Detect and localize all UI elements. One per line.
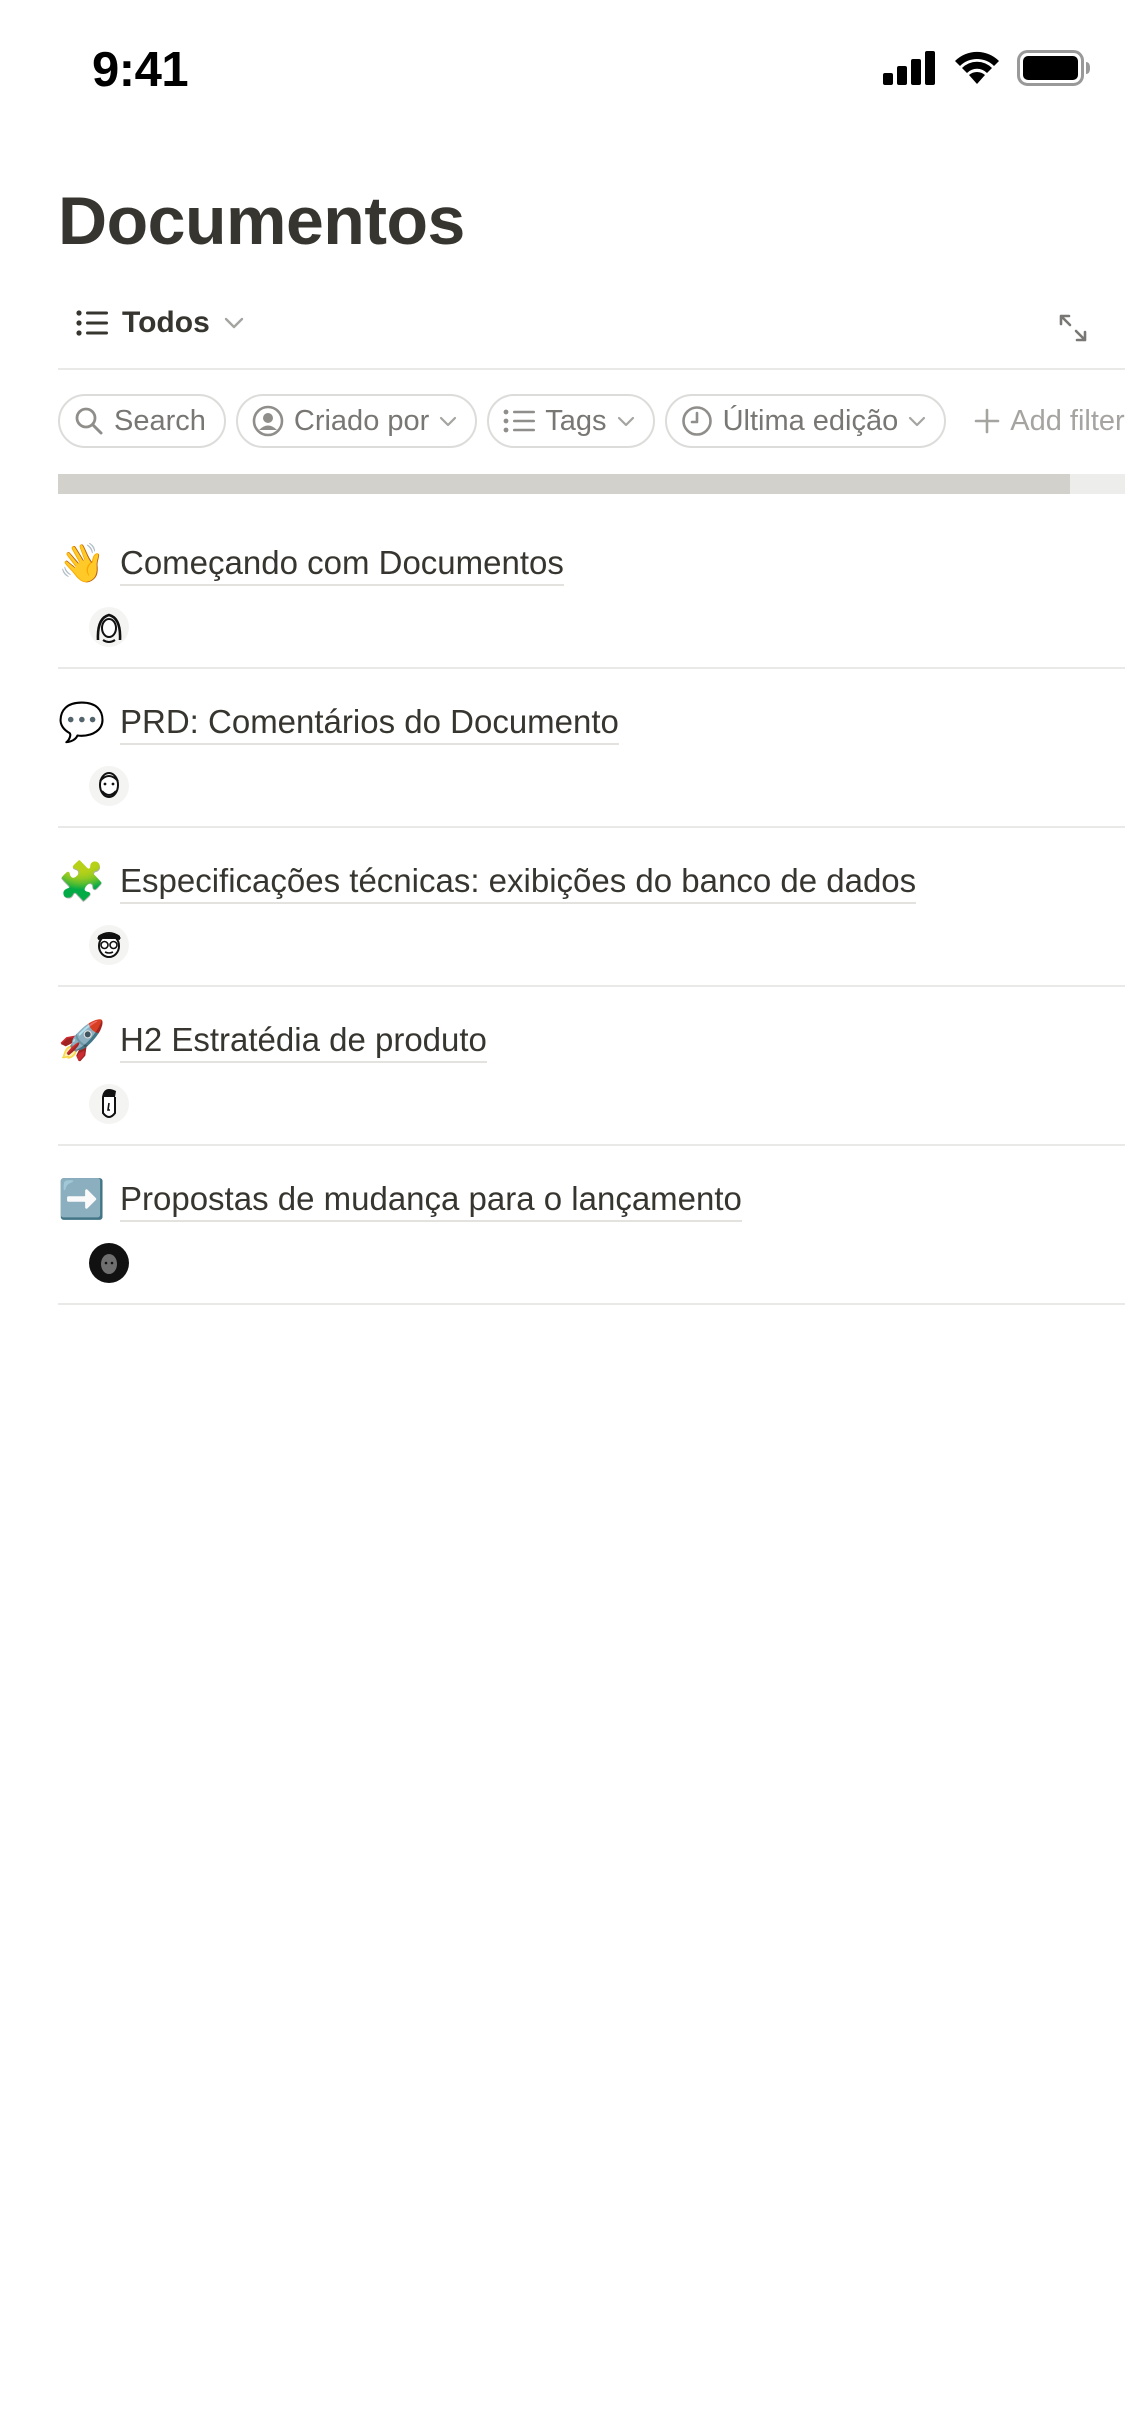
list-item[interactable]: 🚀 H2 Estratédia de produto bbox=[58, 987, 1125, 1146]
search-filter-chip[interactable]: Search bbox=[58, 394, 226, 448]
status-time: 9:41 bbox=[92, 43, 189, 97]
search-chip-label: Search bbox=[114, 404, 206, 437]
person-icon bbox=[252, 405, 284, 437]
view-selector[interactable]: Todos bbox=[76, 306, 244, 340]
plus-icon bbox=[974, 408, 1000, 434]
status-icons bbox=[883, 50, 1091, 86]
add-filter-label: Add filter bbox=[1010, 404, 1125, 437]
avatar bbox=[89, 1243, 129, 1283]
battery-icon bbox=[1017, 50, 1090, 86]
list-icon bbox=[503, 409, 536, 433]
rocket-icon: 🚀 bbox=[58, 1020, 106, 1062]
avatar bbox=[89, 766, 129, 806]
list-item[interactable]: 💬 PRD: Comentários do Documento bbox=[58, 669, 1125, 828]
avatar bbox=[89, 607, 129, 647]
chevron-down-icon bbox=[440, 416, 457, 426]
view-bar: Todos bbox=[58, 290, 1125, 370]
speech-bubble-icon: 💬 bbox=[58, 702, 106, 744]
right-arrow-icon: ➡️ bbox=[58, 1179, 106, 1221]
list-item[interactable]: 👋 Começando com Documentos bbox=[58, 510, 1125, 669]
created-by-filter-chip[interactable]: Criado por bbox=[235, 394, 478, 448]
chevron-down-icon bbox=[909, 416, 926, 426]
chevron-down-icon bbox=[617, 416, 634, 426]
wifi-icon bbox=[955, 51, 999, 84]
view-label: Todos bbox=[122, 306, 210, 339]
filter-row: Search Criado por Tags Última edição Add… bbox=[58, 394, 1125, 452]
chevron-down-icon bbox=[224, 317, 243, 329]
avatar bbox=[89, 925, 129, 965]
add-filter-button[interactable]: Add filter bbox=[956, 394, 1125, 448]
last-edited-filter-chip[interactable]: Última edição bbox=[664, 394, 947, 448]
status-bar: 9:41 bbox=[0, 0, 1125, 140]
last-edited-chip-label: Última edição bbox=[722, 404, 899, 437]
list-item[interactable]: ➡️ Propostas de mudança para o lançament… bbox=[58, 1146, 1125, 1305]
clock-icon bbox=[681, 406, 712, 436]
document-list: 👋 Começando com Documentos 💬 PRD: Coment… bbox=[58, 510, 1125, 1305]
signal-icon bbox=[883, 51, 935, 85]
waving-hand-icon: 👋 bbox=[58, 543, 106, 585]
expand-icon bbox=[1059, 314, 1087, 342]
tags-filter-chip[interactable]: Tags bbox=[487, 394, 655, 448]
document-title[interactable]: PRD: Comentários do Documento bbox=[120, 703, 619, 745]
scrollbar-thumb[interactable] bbox=[58, 474, 1070, 494]
avatar bbox=[89, 1084, 129, 1124]
expand-button[interactable] bbox=[1053, 308, 1093, 348]
document-title[interactable]: Começando com Documentos bbox=[120, 544, 564, 586]
document-title[interactable]: H2 Estratédia de produto bbox=[120, 1021, 487, 1063]
created-by-chip-label: Criado por bbox=[293, 404, 430, 437]
document-title[interactable]: Propostas de mudança para o lançamento bbox=[120, 1180, 742, 1222]
puzzle-piece-icon: 🧩 bbox=[58, 861, 106, 903]
list-icon bbox=[76, 310, 108, 336]
list-item[interactable]: 🧩 Especificações técnicas: exibições do … bbox=[58, 828, 1125, 987]
tags-chip-label: Tags bbox=[545, 404, 607, 437]
horizontal-scrollbar[interactable] bbox=[58, 474, 1125, 494]
document-title[interactable]: Especificações técnicas: exibições do ba… bbox=[120, 862, 917, 904]
page-title: Documentos bbox=[58, 183, 465, 259]
search-icon bbox=[75, 407, 103, 435]
